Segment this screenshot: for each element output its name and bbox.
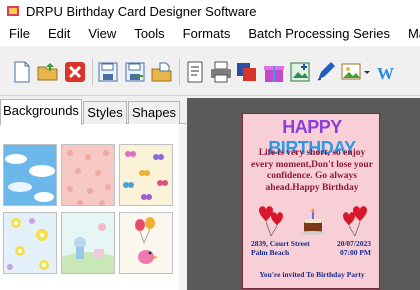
menu-formats[interactable]: Formats: [174, 22, 240, 46]
save-icon[interactable]: [96, 60, 120, 84]
panel-tabs: Backgrounds Styles Shapes: [0, 98, 186, 125]
save-as-icon[interactable]: [123, 60, 147, 84]
toolbar-separator: [92, 59, 93, 85]
app-icon: [6, 4, 20, 18]
toolbar-separator: [179, 59, 180, 85]
card-date: 20/07/2023: [336, 239, 371, 248]
menu-view[interactable]: View: [79, 22, 125, 46]
print-icon[interactable]: [209, 60, 233, 84]
tab-backgrounds[interactable]: Backgrounds: [0, 99, 82, 125]
tab-shapes[interactable]: Shapes: [128, 101, 180, 124]
card-poem[interactable]: Life is very short, so enjoy every momen…: [249, 148, 375, 194]
panel-scrollbar[interactable]: [179, 125, 186, 290]
close-icon[interactable]: [63, 60, 87, 84]
balloons-cake-decoration: [259, 206, 367, 237]
heading-happy: HAPPY: [282, 117, 342, 137]
title-bar: DRPU Birthday Card Designer Software: [0, 0, 420, 22]
export-folder-icon[interactable]: [150, 60, 174, 84]
open-folder-icon[interactable]: [36, 60, 60, 84]
pen-icon[interactable]: [314, 60, 338, 84]
card-date-time[interactable]: 20/07/2023 07:00 PM: [337, 239, 371, 257]
window-title: DRPU Birthday Card Designer Software: [26, 3, 257, 19]
toolbar: W: [0, 50, 420, 96]
thumbnail-butterflies[interactable]: [119, 144, 173, 206]
tab-styles[interactable]: Styles: [83, 101, 127, 124]
card-address[interactable]: 2839, Court Street Palm Beach: [251, 239, 310, 257]
address-line-2: Palm Beach: [251, 248, 290, 257]
copy-layers-icon[interactable]: [235, 60, 259, 84]
gift-icon[interactable]: [262, 60, 286, 84]
menu-file[interactable]: File: [0, 22, 39, 46]
wordart-icon[interactable]: W: [374, 60, 398, 84]
design-canvas[interactable]: HAPPY BIRTHDAY Life is very short, so en…: [187, 98, 420, 290]
card-invite-text[interactable]: You're invited To Birthday Party: [243, 270, 381, 279]
menu-tools[interactable]: Tools: [125, 22, 173, 46]
new-icon[interactable]: [10, 60, 34, 84]
thumbnail-cartoon-pastel[interactable]: [61, 212, 115, 274]
thumbnail-clouds-sky[interactable]: [3, 144, 57, 206]
menu-batch-processing-series[interactable]: Batch Processing Series: [239, 22, 399, 46]
menu-mail[interactable]: Mail: [399, 22, 420, 46]
menu-edit[interactable]: Edit: [39, 22, 79, 46]
address-line-1: 2839, Court Street: [251, 239, 310, 248]
add-image-icon[interactable]: [288, 60, 312, 84]
thumbnail-flowers[interactable]: [3, 212, 57, 274]
svg-text:W: W: [377, 64, 394, 83]
menu-bar: File Edit View Tools Formats Batch Proce…: [0, 22, 420, 46]
image-tool-icon[interactable]: [340, 60, 370, 84]
left-panel: Backgrounds Styles Shapes: [0, 98, 186, 290]
thumbnail-pink-pattern[interactable]: [61, 144, 115, 206]
birthday-card[interactable]: HAPPY BIRTHDAY Life is very short, so en…: [242, 113, 380, 289]
card-time: 07:00 PM: [339, 248, 371, 257]
thumbnail-balloons-bird[interactable]: [119, 212, 173, 274]
properties-icon[interactable]: [183, 60, 207, 84]
